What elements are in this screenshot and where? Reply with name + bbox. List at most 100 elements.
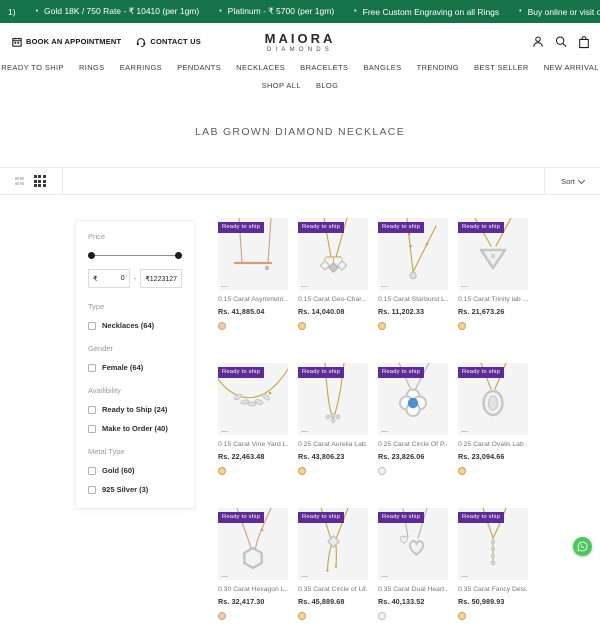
product-card[interactable]: Ready to ship0.25 Carat Ovalis Lab ...Rs… xyxy=(458,363,528,498)
product-price: Rs. 23,826.06 xyxy=(378,452,448,461)
checkbox-icon[interactable] xyxy=(88,486,96,494)
announcement-item: •Buy online or visit our display to expe… xyxy=(519,6,600,17)
nav-item-bracelets[interactable]: BRACELETS xyxy=(300,63,348,72)
color-swatch-gold[interactable] xyxy=(378,322,386,330)
book-appointment-button[interactable]: BOOK AN APPOINTMENT xyxy=(12,37,121,47)
brand-logo[interactable]: MAIORA DIAMONDS xyxy=(265,31,336,53)
checkbox-icon[interactable] xyxy=(88,467,96,475)
whatsapp-button[interactable] xyxy=(573,537,592,556)
color-swatch-gold[interactable] xyxy=(298,612,306,620)
nav-item-trending[interactable]: TRENDING xyxy=(417,63,459,72)
grid-view-3col-icon[interactable] xyxy=(34,175,46,187)
main-nav-row1: READY TO SHIP RINGS EARRINGS PENDANTS NECKLA… xyxy=(0,63,600,72)
checkbox-icon[interactable] xyxy=(88,425,96,433)
product-card[interactable]: Ready to ship0.15 Carat Starburst L...Rs… xyxy=(378,218,448,353)
product-grid: Ready to ship 0.15 Carat Asymmetri... Rs. … xyxy=(218,218,528,643)
grid-view-2col-icon[interactable] xyxy=(15,177,24,186)
color-swatch-gold[interactable] xyxy=(218,467,226,475)
image-watermark-dash xyxy=(301,431,308,432)
nav-item-bangles[interactable]: BANGLES xyxy=(363,63,401,72)
nav-item-new-arrival[interactable]: NEW ARRIVAL xyxy=(544,63,599,72)
filter-section-gender: GenderFemale (64) xyxy=(88,344,182,372)
color-swatch-rose[interactable] xyxy=(218,612,226,620)
product-title: 0.15 Carat Trinity lab ... xyxy=(458,296,528,303)
product-price: Rs. 40,133.52 xyxy=(378,597,448,606)
cart-bag-icon[interactable] xyxy=(578,35,590,48)
image-watermark-dash xyxy=(221,431,228,432)
product-title: 0.25 Carat Aurelia Lab... xyxy=(298,441,368,448)
price-range-slider[interactable] xyxy=(90,252,180,259)
nav-item-blog[interactable]: BLOG xyxy=(316,81,338,90)
chevron-down-icon xyxy=(578,176,585,183)
product-card[interactable]: Ready to ship0.30 Carat Hexagon L...Rs. … xyxy=(218,508,288,643)
filter-option-make-to-order-40[interactable]: Make to Order (40) xyxy=(88,424,182,433)
checkbox-icon[interactable] xyxy=(88,364,96,372)
image-watermark-dash xyxy=(301,576,308,577)
ready-to-ship-badge: Ready to ship xyxy=(458,222,504,233)
product-image: Ready to ship xyxy=(218,508,288,580)
checkbox-icon[interactable] xyxy=(88,406,96,414)
price-slider-max-handle[interactable] xyxy=(175,252,182,259)
product-title: 0.15 Carat Starburst L... xyxy=(378,296,448,303)
account-icon[interactable] xyxy=(532,36,544,48)
color-swatch-white[interactable] xyxy=(378,467,386,475)
ready-to-ship-badge: Ready to ship xyxy=(378,512,424,523)
product-image: Ready to ship xyxy=(378,363,448,435)
color-swatch-gold[interactable] xyxy=(458,322,466,330)
filter-option-925-silver-3[interactable]: 925 Silver (3) xyxy=(88,485,182,494)
color-swatch-white[interactable] xyxy=(378,612,386,620)
product-title: 0.15 Carat Asymmetri... xyxy=(218,296,288,303)
filter-section-label: Type xyxy=(88,302,182,311)
color-swatch-gold[interactable] xyxy=(458,467,466,475)
ready-to-ship-badge: Ready to ship xyxy=(218,222,264,233)
product-card[interactable]: Ready to ship0.35 Carat Dual Heart...Rs.… xyxy=(378,508,448,643)
product-image: Ready to ship xyxy=(298,508,368,580)
nav-item-rings[interactable]: RINGS xyxy=(79,63,105,72)
price-min-value: 0 xyxy=(121,275,125,282)
currency-symbol: ₹ xyxy=(93,275,97,283)
nav-item-best-seller[interactable]: BEST SELLER xyxy=(474,63,529,72)
nav-item-necklaces[interactable]: NECKLACES xyxy=(236,63,285,72)
product-card[interactable]: Ready to ship0.15 Carat Trinity lab ...R… xyxy=(458,218,528,353)
search-icon[interactable] xyxy=(555,36,567,48)
product-title: 0.30 Carat Hexagon L... xyxy=(218,586,288,593)
product-card[interactable]: Ready to ship0.15 Carat Geo-Char...Rs. 1… xyxy=(298,218,368,353)
product-title: 0.25 Carat Circle Of P... xyxy=(378,441,448,448)
announcement-text: Free Custom Engraving on all Rings xyxy=(363,7,500,17)
contact-us-button[interactable]: CONTACT US xyxy=(136,37,201,47)
product-card[interactable]: Ready to ship0.35 Carat Fancy Desi...Rs.… xyxy=(458,508,528,643)
color-swatch-gold[interactable] xyxy=(298,322,306,330)
product-price: Rs. 23,094.66 xyxy=(458,452,528,461)
filter-option-gold-60[interactable]: Gold (60) xyxy=(88,466,182,475)
price-slider-min-handle[interactable] xyxy=(88,252,95,259)
nav-item-pendants[interactable]: PENDANTS xyxy=(177,63,221,72)
price-min-input[interactable]: ₹ 0 xyxy=(88,269,130,288)
calendar-icon xyxy=(12,37,22,47)
product-card[interactable]: Ready to ship 0.25 Carat Circle Of P... Rs… xyxy=(378,363,448,498)
filter-option-necklaces-64[interactable]: Necklaces (64) xyxy=(88,321,182,330)
nav-item-shop-all[interactable]: SHOP ALL xyxy=(262,81,301,90)
filter-option-ready-to-ship-24[interactable]: Ready to Ship (24) xyxy=(88,405,182,414)
whatsapp-icon xyxy=(577,541,588,552)
filter-option-female-64[interactable]: Female (64) xyxy=(88,363,182,372)
product-card[interactable]: Ready to ship0.15 Carat Vine Yard L...Rs… xyxy=(218,363,288,498)
product-price: Rs. 50,989.93 xyxy=(458,597,528,606)
color-swatch-rose[interactable] xyxy=(218,322,226,330)
product-card[interactable]: Ready to ship0.25 Carat Aurelia Lab...Rs… xyxy=(298,363,368,498)
color-swatch-gold[interactable] xyxy=(458,612,466,620)
announcement-fragment: 1) xyxy=(8,7,16,17)
filters-sidebar: Price ₹ 0 - ₹1223127 TypeNecklaces (64)G… xyxy=(75,220,195,509)
nav-item-ready-to-ship[interactable]: READY TO SHIP xyxy=(1,63,64,72)
filter-section-metal-type: Metal TypeGold (60)925 Silver (3) xyxy=(88,447,182,494)
color-swatch-gold[interactable] xyxy=(298,467,306,475)
ready-to-ship-badge: Ready to ship xyxy=(378,367,424,378)
nav-item-earrings[interactable]: EARRINGS xyxy=(120,63,162,72)
sort-button[interactable]: Sort xyxy=(544,168,600,194)
checkbox-icon[interactable] xyxy=(88,322,96,330)
price-max-input[interactable]: ₹1223127 xyxy=(140,269,182,288)
ready-to-ship-badge: Ready to ship xyxy=(218,512,264,523)
image-watermark-dash xyxy=(381,576,388,577)
product-card[interactable]: Ready to ship0.15 Carat Asymmetri...Rs. … xyxy=(218,218,288,353)
product-image: Ready to ship xyxy=(458,363,528,435)
product-card[interactable]: Ready to ship0.35 Carat Circle of Lif...… xyxy=(298,508,368,643)
